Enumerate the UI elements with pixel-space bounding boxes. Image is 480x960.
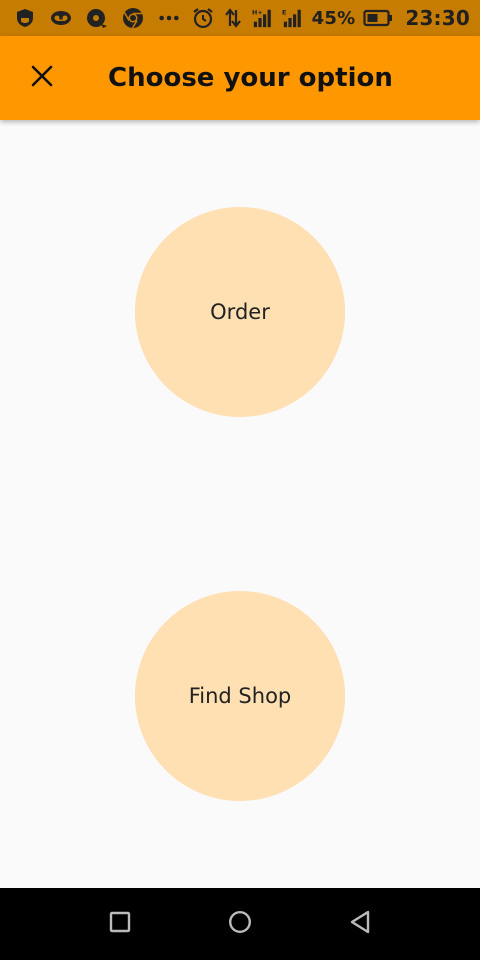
svg-text:H+: H+ bbox=[252, 8, 263, 16]
app-bar: Choose your option bbox=[0, 36, 480, 120]
status-time: 23:30 bbox=[405, 6, 470, 30]
order-option-label: Order bbox=[210, 300, 270, 324]
order-option-button[interactable]: Order bbox=[135, 207, 345, 417]
close-button[interactable] bbox=[14, 50, 70, 106]
chrome-icon bbox=[122, 7, 144, 29]
recent-apps-button[interactable] bbox=[100, 904, 140, 944]
system-nav-bar bbox=[0, 888, 480, 960]
page-title: Choose your option bbox=[108, 63, 393, 93]
home-icon bbox=[228, 910, 252, 939]
home-button[interactable] bbox=[220, 904, 260, 944]
recent-apps-icon bbox=[109, 911, 131, 938]
more-dots-icon bbox=[158, 7, 180, 29]
find-shop-option-button[interactable]: Find Shop bbox=[135, 591, 345, 801]
back-icon bbox=[349, 910, 371, 939]
data-arrows-icon bbox=[222, 7, 244, 29]
signal-e-icon: E bbox=[282, 7, 304, 29]
signal-h-icon: H+ bbox=[252, 7, 274, 29]
battery-percent: 45% bbox=[311, 7, 356, 29]
back-button[interactable] bbox=[340, 904, 380, 944]
find-shop-option-label: Find Shop bbox=[188, 684, 292, 708]
voicemail-icon bbox=[50, 7, 72, 29]
alarm-icon bbox=[192, 7, 214, 29]
battery-icon bbox=[363, 7, 393, 29]
disc-icon bbox=[86, 7, 108, 29]
status-bar-left bbox=[14, 7, 180, 29]
close-icon bbox=[30, 64, 54, 93]
status-bar-right: H+ E 45% 23:30 bbox=[192, 6, 470, 30]
svg-text:E: E bbox=[282, 8, 286, 16]
shield-icon bbox=[14, 7, 36, 29]
status-bar: H+ E 45% 23:30 bbox=[0, 0, 480, 36]
